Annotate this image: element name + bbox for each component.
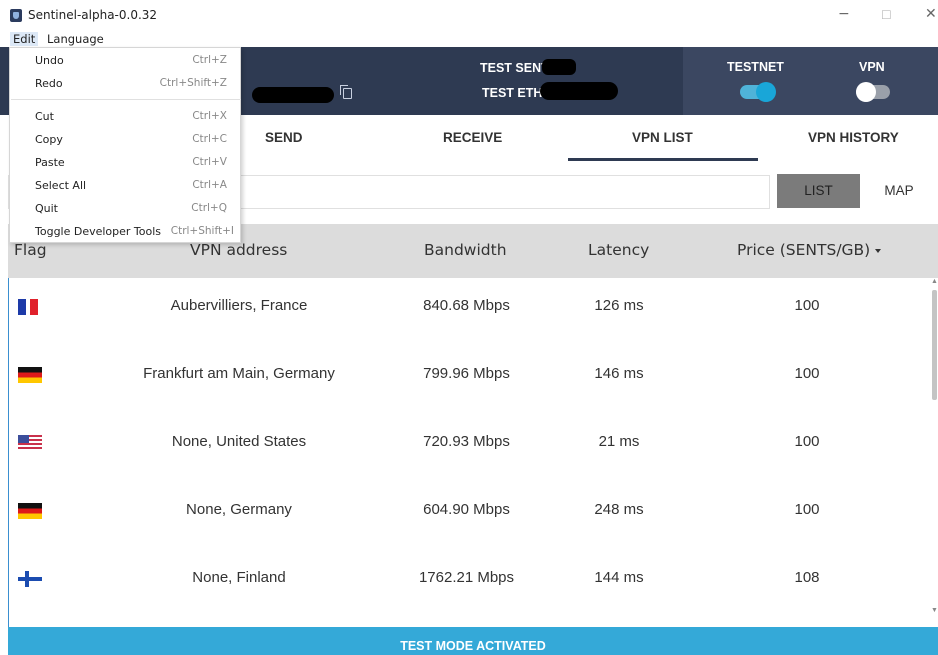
column-price-label: Price (SENTS/GB) <box>737 241 871 259</box>
menu-edit[interactable]: Edit <box>10 32 39 46</box>
scrollbar-thumb[interactable] <box>932 290 937 400</box>
tab-vpn-history[interactable]: VPN HISTORY <box>808 130 899 145</box>
status-footer: TEST MODE ACTIVATED <box>8 627 938 655</box>
column-vpn-address[interactable]: VPN address <box>190 241 287 259</box>
redacted-address <box>252 87 334 103</box>
price: 100 <box>794 365 820 382</box>
vpn-address: Aubervilliers, France <box>170 297 308 314</box>
menu-item-label: Copy <box>35 133 63 146</box>
menu-item-shortcut: Ctrl+Shift+I <box>170 225 234 237</box>
menu-item-label: Redo <box>35 77 63 90</box>
germany-flag-icon <box>18 503 42 519</box>
menu-item-label: Select All <box>35 179 87 192</box>
vpn-address: None, United States <box>171 433 307 450</box>
menu-item-label: Undo <box>35 54 64 67</box>
table-row[interactable]: None, Finland 1762.21 Mbps 144 ms 108 <box>9 550 930 618</box>
test-sent-label: TEST SENT: <box>480 61 552 75</box>
column-price[interactable]: Price (SENTS/GB) <box>737 241 882 259</box>
latency: 144 ms <box>594 569 644 586</box>
vpn-address: None, Germany <box>186 501 292 518</box>
latency: 126 ms <box>594 297 644 314</box>
sort-caret-icon <box>875 248 882 253</box>
active-tab-indicator <box>568 158 758 161</box>
bandwidth: 840.68 Mbps <box>423 297 510 314</box>
minimize-button[interactable]: − <box>838 6 850 22</box>
window-title: Sentinel-alpha-0.0.32 <box>28 8 158 22</box>
vpn-toggle[interactable] <box>856 82 890 102</box>
vpn-label: VPN <box>859 60 885 74</box>
vpn-address: Frankfurt am Main, Germany <box>143 365 335 382</box>
table-row[interactable]: None, Germany 604.90 Mbps 248 ms 100 <box>9 482 930 550</box>
price: 100 <box>794 297 820 314</box>
tab-receive[interactable]: RECEIVE <box>443 130 502 145</box>
finland-flag-icon <box>18 571 42 587</box>
menu-bar: Edit Language <box>0 31 938 47</box>
menu-item-shortcut: Ctrl+C <box>192 133 227 145</box>
redacted-sent-balance <box>542 59 576 75</box>
menu-item-shortcut: Ctrl+X <box>192 110 227 122</box>
latency: 146 ms <box>594 365 644 382</box>
table-row[interactable]: None, United States 720.93 Mbps 21 ms 10… <box>9 414 930 482</box>
latency: 248 ms <box>594 501 644 518</box>
app-shield-icon <box>10 9 22 22</box>
bandwidth: 720.93 Mbps <box>423 433 510 450</box>
edit-menu-dropdown: Undo Ctrl+Z Redo Ctrl+Shift+Z Cut Ctrl+X… <box>9 47 241 243</box>
close-button[interactable]: ✕ <box>925 6 937 22</box>
app-window: Sentinel-alpha-0.0.32 − ☐ ✕ Edit Languag… <box>0 0 938 655</box>
toggle-knob <box>856 82 876 102</box>
menu-item-label: Cut <box>35 110 54 123</box>
menu-item-label: Toggle Developer Tools <box>35 225 162 238</box>
tab-send[interactable]: SEND <box>265 130 303 145</box>
vpn-table-body: Aubervilliers, France 840.68 Mbps 126 ms… <box>8 278 930 627</box>
latency: 21 ms <box>598 433 640 450</box>
scroll-up-icon[interactable]: ▲ <box>931 278 938 285</box>
table-row[interactable]: Aubervilliers, France 840.68 Mbps 126 ms… <box>9 278 930 346</box>
menu-item-select-all[interactable]: Select All Ctrl+A <box>10 176 242 196</box>
menu-item-toggle-devtools[interactable]: Toggle Developer Tools Ctrl+Shift+I <box>10 222 242 242</box>
column-flag: Flag <box>14 241 47 259</box>
menu-item-shortcut: Ctrl+Shift+Z <box>159 77 227 89</box>
redacted-eth-balance <box>540 82 618 100</box>
tab-vpn-list[interactable]: VPN LIST <box>632 130 693 145</box>
menu-separator <box>11 99 241 100</box>
map-view-button[interactable]: MAP <box>860 174 938 208</box>
price: 108 <box>794 569 820 586</box>
scroll-down-icon[interactable]: ▼ <box>931 607 938 614</box>
menu-item-paste[interactable]: Paste Ctrl+V <box>10 153 242 173</box>
list-view-button[interactable]: LIST <box>777 174 860 208</box>
test-mode-status: TEST MODE ACTIVATED <box>400 639 546 653</box>
toggle-panel: TESTNET VPN <box>683 47 938 115</box>
usa-flag-icon <box>18 435 42 451</box>
bandwidth: 1762.21 Mbps <box>418 569 515 586</box>
menu-item-shortcut: Ctrl+Q <box>191 202 227 214</box>
price: 100 <box>794 433 820 450</box>
title-bar: Sentinel-alpha-0.0.32 − ☐ ✕ <box>0 0 938 31</box>
menu-item-undo[interactable]: Undo Ctrl+Z <box>10 51 242 71</box>
testnet-label: TESTNET <box>727 60 784 74</box>
menu-item-label: Paste <box>35 156 65 169</box>
germany-flag-icon <box>18 367 42 383</box>
menu-item-shortcut: Ctrl+A <box>192 179 227 191</box>
column-latency[interactable]: Latency <box>588 241 649 259</box>
menu-item-shortcut: Ctrl+V <box>192 156 227 168</box>
bandwidth: 799.96 Mbps <box>423 365 510 382</box>
bandwidth: 604.90 Mbps <box>423 501 510 518</box>
table-row[interactable]: Frankfurt am Main, Germany 799.96 Mbps 1… <box>9 346 930 414</box>
menu-item-quit[interactable]: Quit Ctrl+Q <box>10 199 242 219</box>
menu-item-label: Quit <box>35 202 58 215</box>
france-flag-icon <box>18 299 42 315</box>
toggle-knob <box>756 82 776 102</box>
price: 100 <box>794 501 820 518</box>
test-eth-label: TEST ETH: <box>482 86 547 100</box>
testnet-toggle[interactable] <box>740 82 776 102</box>
menu-language[interactable]: Language <box>47 32 104 46</box>
menu-item-shortcut: Ctrl+Z <box>192 54 227 66</box>
column-bandwidth[interactable]: Bandwidth <box>424 241 507 259</box>
copy-icon[interactable] <box>340 85 352 99</box>
menu-item-redo[interactable]: Redo Ctrl+Shift+Z <box>10 74 242 94</box>
menu-item-copy[interactable]: Copy Ctrl+C <box>10 130 242 150</box>
menu-item-cut[interactable]: Cut Ctrl+X <box>10 107 242 127</box>
vpn-address: None, Finland <box>192 569 286 586</box>
maximize-button[interactable]: ☐ <box>881 8 892 22</box>
